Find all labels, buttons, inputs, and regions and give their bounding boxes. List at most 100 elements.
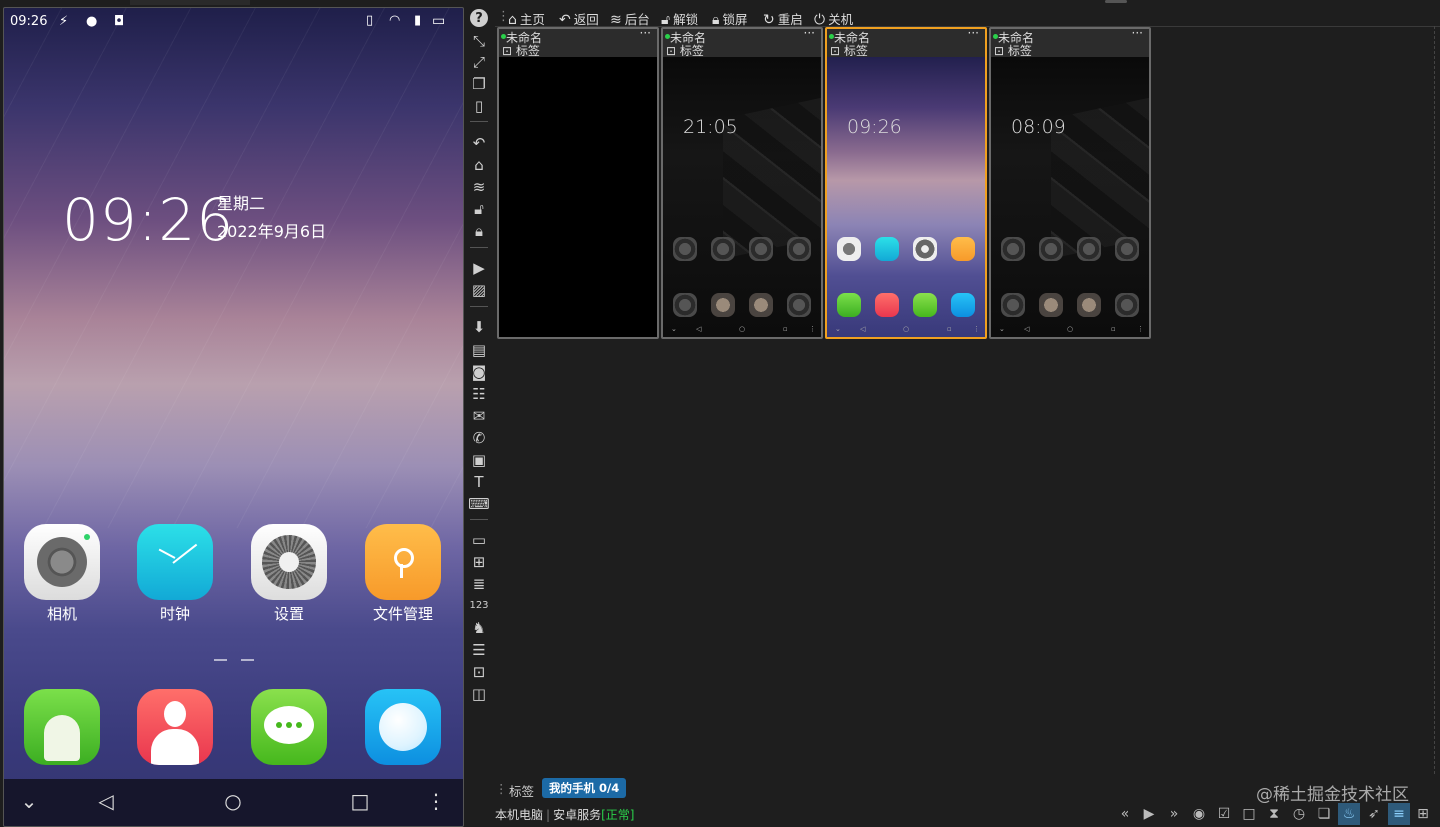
browser-icon	[365, 689, 441, 765]
camera-capture-icon[interactable]: ◙	[469, 362, 489, 382]
contacts-book-icon[interactable]: ☷	[469, 384, 489, 404]
device-screen: 08:09 ⌄ ◁ ○ ▫ ⋮	[991, 57, 1149, 337]
window-control[interactable]	[1105, 0, 1127, 3]
file-manager-icon	[787, 237, 811, 261]
add-window-icon[interactable]: ⊞	[469, 552, 489, 572]
device-screen	[499, 57, 657, 337]
phone-frame-icon[interactable]: ▯	[469, 96, 489, 116]
file-manager-icon	[1115, 237, 1139, 261]
play-icon[interactable]: ▶	[1138, 803, 1160, 825]
date-label: 2022年9月6日	[217, 222, 327, 241]
app-clock[interactable]: 时钟	[125, 524, 225, 624]
device-card[interactable]: 未命名 ··· ⊡ 标签 21:05 ⌄ ◁ ○ ▫ ⋮	[661, 26, 823, 339]
next-page-icon[interactable]: »	[1163, 803, 1185, 825]
dock-messages[interactable]	[239, 689, 339, 765]
expand-icon[interactable]: ⤢	[469, 52, 489, 72]
app-camera[interactable]: 相机	[12, 524, 112, 624]
nav-back-button[interactable]: ◁	[91, 790, 121, 812]
resize-icon[interactable]: ⊡	[469, 662, 489, 682]
nav-more-button[interactable]: ⋮	[421, 790, 451, 812]
back-label: 返回	[573, 12, 599, 27]
nav-recent-button[interactable]: □	[345, 790, 375, 812]
messages-icon	[749, 293, 773, 317]
lock-icon[interactable]: 🔒︎	[469, 221, 489, 241]
more-button[interactable]: ···	[1132, 26, 1143, 40]
device-card[interactable]: 未命名 ··· ⊡ 标签 08:09 ⌄ ◁ ○ ▫ ⋮	[989, 26, 1151, 339]
mini-clock: 09:26	[847, 116, 902, 138]
home-icon[interactable]: ⌂	[469, 155, 489, 175]
device-card-selected[interactable]: 未命名 ··· ⊡ 标签 09:26 ⌄ ◁ ○ ▫ ⋮	[825, 26, 987, 339]
camera-icon	[1001, 237, 1025, 261]
duplicate-icon[interactable]: ❏	[1313, 803, 1335, 825]
device-card[interactable]: 未命名 ··· ⊡ 标签	[497, 26, 659, 339]
layers-icon[interactable]: ≋	[469, 177, 489, 197]
text-icon[interactable]: T	[469, 472, 489, 492]
nav-down-button[interactable]: ⌄	[14, 790, 44, 812]
check-icon[interactable]: ☑	[1213, 803, 1235, 825]
call-icon[interactable]: ✆	[469, 428, 489, 448]
record-icon[interactable]: ◉	[1188, 803, 1210, 825]
phone-mirror-screen[interactable]: 09:26 ⚡ ● ◘ ▯ ◠ ▮ ▭ 09:26 星期二 2022年9月6日 …	[3, 7, 464, 827]
grid-view-icon[interactable]: ⊞	[1412, 803, 1434, 825]
tag-icon: ⊡	[830, 44, 844, 58]
mail-icon[interactable]: ✉	[469, 406, 489, 426]
screenshot-icon[interactable]: ▨	[469, 280, 489, 300]
copy-icon[interactable]: ❐	[469, 74, 489, 94]
contacts-icon	[1039, 293, 1063, 317]
dock-phone[interactable]	[12, 689, 112, 765]
app-label: 时钟	[159, 605, 190, 623]
camera-icon	[24, 524, 100, 600]
android-icon: ●	[86, 14, 98, 29]
pointer-icon[interactable]: ➶	[1363, 803, 1385, 825]
phone-icon	[673, 293, 697, 317]
more-button[interactable]: ···	[804, 26, 815, 40]
messages-icon	[913, 293, 937, 317]
more-button[interactable]: ···	[640, 26, 651, 40]
page-indicator	[214, 659, 258, 661]
download-icon[interactable]: ⬇	[469, 317, 489, 337]
hourglass-icon[interactable]: ⧗	[1263, 803, 1285, 825]
settings-icon	[913, 237, 937, 261]
bottom-icon-bar: « ▶ » ◉ ☑ □ ⧗ ◷ ❏ ♨ ➶ ≡ ⊞	[1114, 803, 1434, 825]
app-settings[interactable]: 设置	[239, 524, 339, 624]
file-manager-icon	[365, 524, 441, 600]
dock-browser[interactable]	[353, 689, 453, 765]
tagbar-grip-icon: ⋮	[495, 781, 508, 796]
group-tab-my-phones[interactable]: 我的手机 0/4	[542, 778, 627, 798]
dock-contacts[interactable]	[125, 689, 225, 765]
tag-icon: ⊡	[666, 44, 680, 58]
mini-nav: ⌄ ◁ ○ ▫ ⋮	[671, 325, 816, 333]
square-icon[interactable]: □	[1238, 803, 1260, 825]
list-circle-icon[interactable]: ☰	[469, 640, 489, 660]
bulb-icon[interactable]: ♨	[1338, 803, 1360, 825]
app-badge-icon: ◘	[114, 14, 125, 29]
help-icon[interactable]: ?	[470, 9, 488, 27]
window-icon[interactable]: ▭	[469, 530, 489, 550]
unlock-icon[interactable]: 🔓︎	[469, 199, 489, 219]
first-page-icon[interactable]: «	[1114, 803, 1136, 825]
service-status: [正常]	[601, 808, 635, 822]
keyboard-icon[interactable]: ⌨	[468, 494, 490, 514]
list-doc-icon[interactable]: ≣	[469, 574, 489, 594]
nav-home-button[interactable]: ○	[218, 790, 248, 812]
clock-history-icon[interactable]: ◷	[1288, 803, 1310, 825]
mini-nav: ⌄ ◁ ○ ▫ ⋮	[835, 325, 980, 333]
android-service-label[interactable]: 安卓服务	[553, 808, 601, 822]
mini-nav: ⌄ ◁ ○ ▫ ⋮	[999, 325, 1144, 333]
sync-list-icon[interactable]: ≡	[1388, 803, 1410, 825]
local-pc-link[interactable]: 本机电脑	[495, 808, 543, 822]
device-screen: 21:05 ⌄ ◁ ○ ▫ ⋮	[663, 57, 821, 337]
layout-icon[interactable]: ◫	[469, 684, 489, 704]
terminal-icon[interactable]: ▣	[469, 450, 489, 470]
back-icon[interactable]: ↶	[469, 133, 489, 153]
bug-icon[interactable]: ♞	[469, 618, 489, 638]
tags-label[interactable]: 标签	[509, 781, 534, 800]
gallery-icon[interactable]: ▤	[469, 340, 489, 360]
weekday-label: 星期二	[217, 194, 266, 213]
app-file-manager[interactable]: 文件管理	[353, 524, 453, 624]
shrink-icon[interactable]: ⤡	[469, 31, 489, 51]
number-icon[interactable]: 123	[469, 596, 489, 616]
video-icon[interactable]: ▶	[469, 258, 489, 278]
device-card-header: 未命名 ··· ⊡ 标签	[827, 26, 985, 58]
more-button[interactable]: ···	[968, 26, 979, 40]
